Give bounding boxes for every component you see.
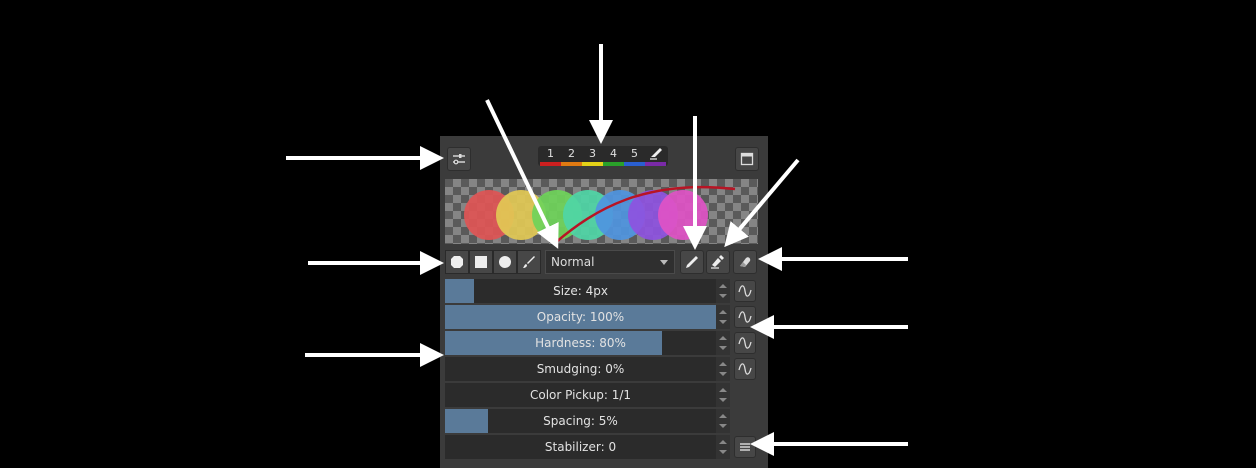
arrow-eraser-pen — [724, 158, 800, 248]
arrow-blend-mode — [485, 99, 559, 249]
annotation-arrows — [286, 44, 908, 456]
